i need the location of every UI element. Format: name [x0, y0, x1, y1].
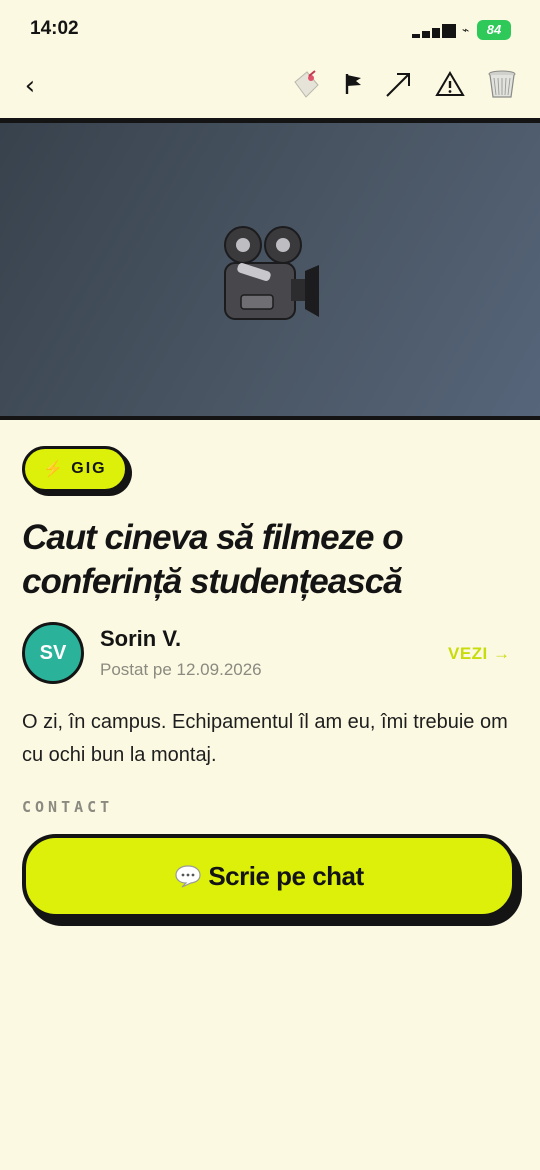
category-badge: ⚡ GIG — [22, 446, 128, 492]
category-badge-label: GIG — [71, 460, 107, 477]
back-button[interactable]: ‹ — [18, 68, 42, 104]
post-date: Postat pe 12.09.2026 — [100, 660, 262, 679]
status-time: 14:02 — [30, 18, 79, 39]
trash-icon[interactable] — [486, 68, 518, 100]
contact-section-label: CONTACT — [22, 798, 114, 816]
post-description: O zi, în campus. Echipamentul îl am eu, … — [22, 711, 508, 766]
status-bar: 14:02 ⌁ 84 — [0, 0, 540, 60]
avatar[interactable]: SV — [22, 622, 84, 684]
view-profile-link[interactable]: VEZI → — [448, 644, 511, 664]
chat-button[interactable]: Scrie pe chat — [22, 834, 516, 918]
author-name[interactable]: Sorin V. — [100, 626, 181, 652]
flag-icon[interactable] — [338, 68, 370, 100]
share-arrow-icon[interactable] — [382, 68, 414, 100]
lightning-icon: ⚡ — [43, 461, 66, 478]
top-toolbar: ‹ — [0, 60, 540, 118]
hero-banner — [0, 118, 540, 420]
cellular-signal-icon — [412, 24, 456, 38]
speech-bubble-icon — [175, 865, 201, 888]
battery-indicator: 84 — [477, 20, 511, 40]
tag-icon[interactable] — [290, 68, 322, 100]
chat-button-label: Scrie pe chat — [208, 860, 364, 891]
movie-camera-icon — [224, 226, 319, 320]
wifi-icon: ⌁ — [462, 23, 470, 37]
warning-icon[interactable] — [434, 68, 466, 100]
post-title: Caut cineva să filmeze o conferință stud… — [22, 518, 404, 601]
